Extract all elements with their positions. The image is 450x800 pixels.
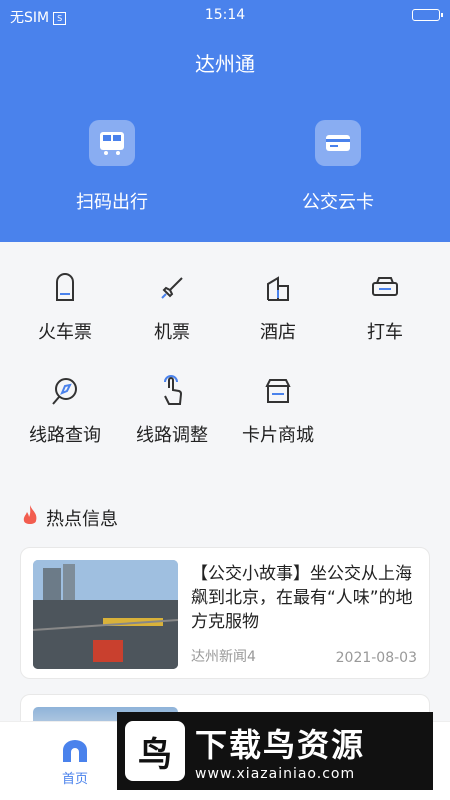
- bus-cloud-card-label: 公交云卡: [302, 192, 374, 213]
- watermark: 鸟 下载鸟资源 www.xiazainiao.com: [117, 712, 433, 790]
- flame-icon: [20, 503, 40, 532]
- card-icon: [315, 120, 361, 166]
- flight-ticket-label: 机票: [154, 322, 190, 343]
- train-ticket-button[interactable]: 火车票: [15, 270, 115, 344]
- scan-travel-label: 扫码出行: [76, 192, 148, 213]
- home-icon: [45, 740, 105, 768]
- store-icon: [228, 373, 328, 409]
- tab-home[interactable]: 首页: [45, 740, 105, 787]
- tab-home-label: 首页: [61, 772, 88, 787]
- train-icon: [15, 270, 115, 306]
- flight-ticket-button[interactable]: 机票: [122, 270, 222, 344]
- bus-cloud-card-button[interactable]: 公交云卡: [278, 120, 398, 214]
- car-icon: [335, 270, 435, 306]
- news-source: 达州新闻4: [191, 649, 256, 665]
- train-ticket-label: 火车票: [38, 322, 92, 343]
- hotel-button[interactable]: 酒店: [228, 270, 328, 344]
- rocket-plane-icon: [122, 270, 222, 306]
- news-title: 【公交小故事】坐公交从上海飙到北京，在最有“人味”的地方克服物: [191, 564, 413, 632]
- bird-logo-icon: 鸟: [125, 721, 185, 781]
- route-adjust-button[interactable]: 线路调整: [122, 373, 222, 447]
- hand-touch-icon: [122, 373, 222, 409]
- card-store-button[interactable]: 卡片商城: [228, 373, 328, 447]
- status-bar: 无SIM S 15:14: [0, 0, 450, 32]
- route-search-label: 线路查询: [29, 425, 101, 446]
- watermark-brand: 下载鸟资源: [195, 726, 366, 764]
- status-time: 15:14: [204, 7, 246, 23]
- compass-search-icon: [15, 373, 115, 409]
- watermark-url: www.xiazainiao.com: [195, 766, 356, 782]
- bus-qr-icon: [89, 120, 135, 166]
- building-icon: [228, 270, 328, 306]
- hot-news-header: 热点信息: [20, 503, 118, 532]
- taxi-label: 打车: [367, 322, 403, 343]
- route-search-button[interactable]: 线路查询: [15, 373, 115, 447]
- card-store-label: 卡片商城: [242, 425, 314, 446]
- battery-icon: [412, 9, 443, 21]
- page-title: 达州通: [195, 52, 255, 76]
- news-card[interactable]: 【公交小故事】坐公交从上海飙到北京，在最有“人味”的地方克服物 达州新闻4 20…: [20, 547, 430, 679]
- app-header: 无SIM S 15:14 达州通 扫码出行 公交云卡: [0, 0, 450, 242]
- taxi-button[interactable]: 打车: [335, 270, 435, 344]
- route-adjust-label: 线路调整: [136, 425, 208, 446]
- scan-travel-button[interactable]: 扫码出行: [52, 120, 172, 214]
- news-thumbnail: [33, 560, 178, 669]
- hotel-label: 酒店: [260, 322, 296, 343]
- news-date: 2021-08-03: [335, 650, 417, 666]
- section-title: 热点信息: [46, 508, 118, 530]
